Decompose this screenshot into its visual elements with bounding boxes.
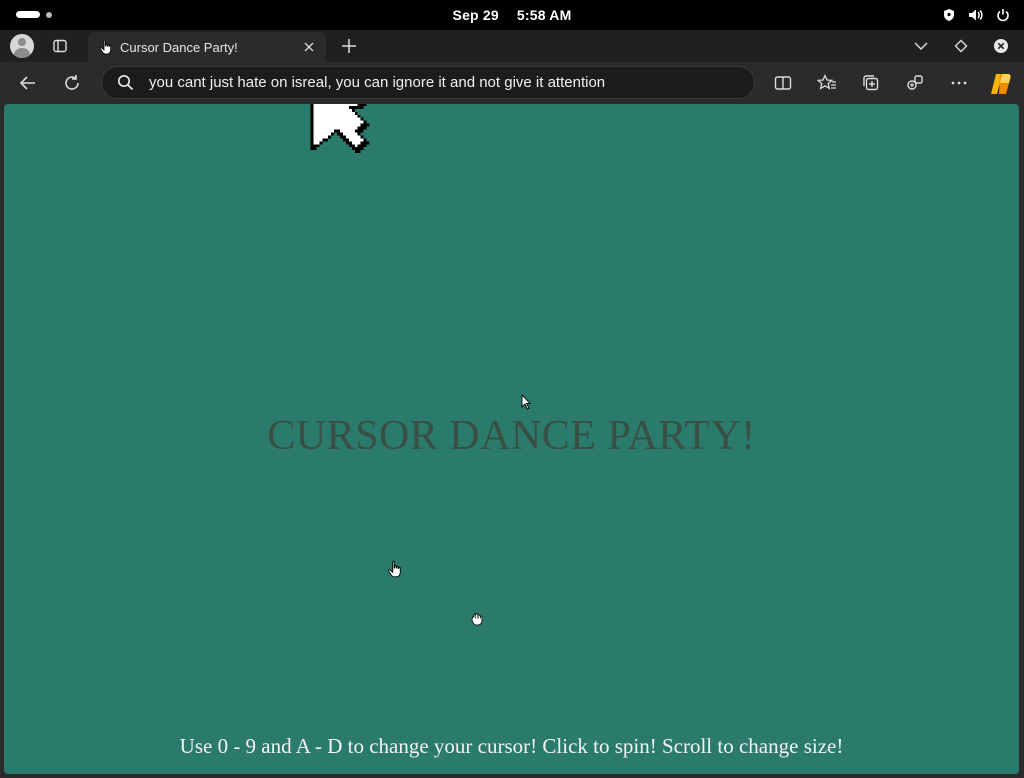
- new-tab-icon: [342, 39, 356, 53]
- collections-button[interactable]: [856, 69, 886, 97]
- copilot-button[interactable]: [988, 71, 1014, 97]
- tab-title: Cursor Dance Party!: [120, 39, 238, 55]
- tab-close-button[interactable]: [298, 36, 320, 58]
- address-bar[interactable]: you cant just hate on isreal, you can ig…: [101, 66, 755, 99]
- tab-list-icon: [914, 42, 928, 51]
- copilot-icon: [991, 74, 1011, 94]
- small-arrow-cursor: [521, 394, 531, 410]
- hand-cursor-icon: [98, 39, 114, 55]
- browser-essentials-icon: [907, 75, 923, 90]
- page-headline: CURSOR DANCE PARTY!: [267, 413, 756, 459]
- search-icon: [117, 74, 135, 92]
- tabstrip-right-controls: [908, 34, 1014, 58]
- split-screen-icon: [774, 76, 792, 90]
- workspaces-button[interactable]: [46, 34, 74, 58]
- workspaces-icon: [53, 39, 67, 53]
- profile-button[interactable]: [8, 34, 36, 58]
- volume-icon: [969, 9, 983, 21]
- system-time: 5:58 AM: [516, 7, 572, 23]
- collections-icon: [863, 75, 879, 91]
- toolbar-right-controls: [768, 69, 988, 97]
- diamond-icon: [954, 39, 968, 53]
- back-icon: [19, 76, 35, 90]
- browser-essentials-button[interactable]: [900, 69, 930, 97]
- power-icon: [997, 9, 1009, 22]
- more-icon: [951, 81, 967, 85]
- system-tray[interactable]: [942, 8, 1010, 22]
- address-input[interactable]: you cant just hate on isreal, you can ig…: [149, 74, 605, 91]
- hand-cursor: [388, 560, 401, 578]
- tab-cursor-dance-party[interactable]: Cursor Dance Party!: [88, 32, 326, 62]
- window-close-icon: [994, 39, 1008, 53]
- system-top-bar: Sep 29 5:58 AM: [0, 0, 1024, 30]
- back-button[interactable]: [13, 69, 43, 97]
- page-instructions: Use 0 - 9 and A - D to change your curso…: [179, 734, 844, 758]
- tab-strip: Cursor Dance Party!: [0, 30, 1024, 62]
- more-button[interactable]: [944, 69, 974, 97]
- browser-window: Cursor Dance Party! you cant just hate o…: [0, 30, 1024, 778]
- profile-icon: [10, 34, 34, 58]
- diamond-button[interactable]: [948, 34, 974, 58]
- grab-hand-cursor: [471, 613, 483, 626]
- favorites-button[interactable]: [812, 69, 842, 97]
- tab-list-button[interactable]: [908, 34, 934, 58]
- browser-toolbar: you cant just hate on isreal, you can ig…: [0, 62, 1024, 104]
- favorites-icon: [817, 74, 836, 90]
- page-content[interactable]: CURSOR DANCE PARTY! Use 0 - 9 and A - D …: [4, 104, 1019, 774]
- refresh-button[interactable]: [57, 69, 87, 97]
- new-tab-button[interactable]: [336, 34, 362, 58]
- window-close-button[interactable]: [988, 34, 1014, 58]
- large-arrow-cursor: [310, 104, 370, 154]
- refresh-icon: [65, 75, 79, 90]
- system-date: Sep 29: [452, 7, 499, 23]
- close-icon: [304, 42, 314, 52]
- split-screen-button[interactable]: [768, 69, 798, 97]
- system-clock[interactable]: Sep 29 5:58 AM: [0, 7, 1024, 23]
- shield-icon: [944, 9, 954, 21]
